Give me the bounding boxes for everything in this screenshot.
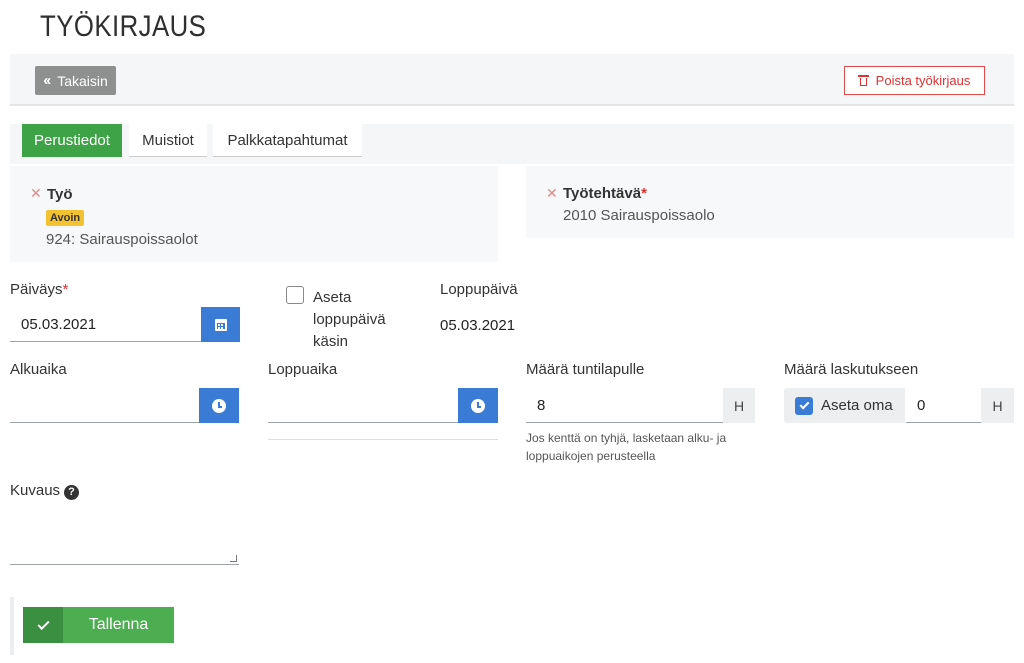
clear-work-icon[interactable]: ✕ (30, 185, 42, 202)
task-value: 2010 Sairauspoissaolo (563, 207, 715, 224)
tab-perustiedot[interactable]: Perustiedot (22, 124, 122, 157)
billing-override-checkbox[interactable] (795, 396, 813, 415)
date-input-value: 05.03.2021 (21, 316, 97, 333)
hours-help-text: Jos kenttä on tyhjä, lasketaan alku- ja … (526, 431, 727, 463)
required-mark: * (62, 281, 69, 298)
end-date-label: Loppupäivä (440, 281, 518, 298)
back-button[interactable]: ‹‹ Takaisin (35, 66, 116, 95)
resize-handle[interactable] (230, 555, 237, 562)
work-label: Työ (47, 186, 73, 203)
start-time-label: Alkuaika (10, 361, 67, 378)
end-time-picker-button[interactable] (458, 388, 498, 423)
billing-override-toggle[interactable]: Aseta oma (784, 388, 905, 423)
save-check-icon (23, 607, 63, 643)
description-textarea[interactable] (10, 515, 239, 565)
hours-input-value: 8 (537, 397, 546, 414)
delete-entry-button[interactable]: Poista työkirjaus (844, 66, 985, 95)
manual-end-date-checkbox[interactable] (286, 286, 304, 304)
task-info-box (526, 166, 1014, 238)
billing-unit: H (981, 388, 1014, 423)
task-label: Työtehtävä* (563, 185, 647, 202)
date-label: Päiväys* (10, 281, 68, 298)
clock-icon (471, 398, 485, 413)
clock-icon (212, 398, 226, 413)
end-time-label: Loppuaika (268, 361, 338, 378)
tab-muistiot[interactable]: Muistiot (129, 124, 207, 157)
task-label-text: Työtehtävä (563, 185, 642, 202)
start-time-input[interactable] (10, 388, 199, 423)
status-badge: Avoin (46, 210, 85, 226)
manual-end-date-label: Aseta loppupäivä käsin (313, 289, 386, 350)
end-time-input[interactable] (268, 388, 458, 423)
calendar-icon (214, 318, 227, 331)
hours-label: Määrä tuntilapulle (526, 361, 645, 378)
help-icon[interactable]: ? (64, 484, 80, 500)
description-label-text: Kuvaus (10, 482, 61, 499)
description-label: Kuvaus? (10, 482, 80, 500)
end-date-value: 05.03.2021 (440, 317, 516, 334)
save-bar-accent (10, 597, 14, 655)
check-icon (799, 399, 809, 410)
work-value: 924: Sairauspoissaolot (46, 231, 198, 248)
save-button-label: Tallenna (88, 616, 149, 633)
date-input[interactable]: 05.03.2021 (10, 307, 201, 342)
hours-unit: H (723, 388, 755, 423)
billing-label: Määrä laskutukseen (784, 361, 919, 378)
date-label-text: Päiväys (10, 281, 63, 298)
date-picker-button[interactable] (201, 307, 240, 342)
billing-input-value: 0 (917, 397, 926, 414)
clear-task-icon[interactable]: ✕ (546, 185, 558, 202)
double-chevron-left-icon: ‹‹ (43, 72, 51, 89)
hours-input[interactable]: 8 (526, 388, 723, 423)
start-time-picker-button[interactable] (199, 388, 239, 423)
save-button[interactable]: Tallenna (23, 607, 174, 643)
billing-input[interactable]: 0 (906, 388, 981, 423)
billing-override-label: Aseta oma (821, 397, 893, 414)
page-title: TYÖKIRJAUS (40, 10, 207, 43)
check-icon (36, 617, 50, 631)
divider (268, 439, 498, 440)
tab-palkkatapahtumat[interactable]: Palkkatapahtumat (213, 124, 362, 157)
trash-icon (857, 75, 869, 86)
back-button-label: Takaisin (57, 72, 108, 89)
required-mark: * (641, 185, 647, 202)
delete-button-label: Poista työkirjaus (875, 73, 971, 88)
